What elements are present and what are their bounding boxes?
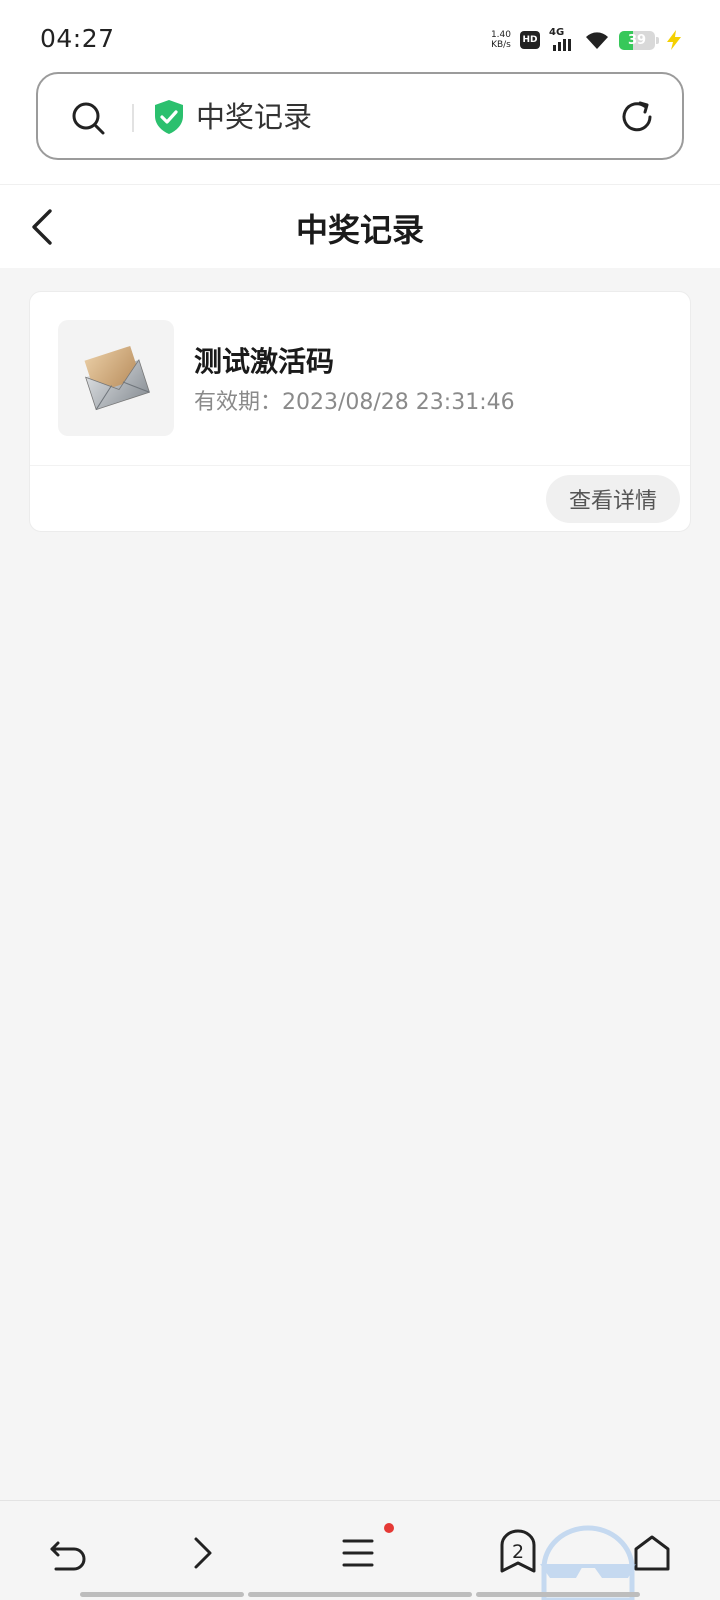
- network-speed-unit: KB/s: [491, 40, 511, 50]
- shield-check-icon: [155, 100, 183, 134]
- cellular-signal-icon: 4G: [549, 27, 575, 51]
- gesture-bar-left: [80, 1592, 244, 1597]
- view-details-button[interactable]: 查看详情: [546, 475, 680, 523]
- menu-notification-dot: [384, 1523, 394, 1533]
- wifi-icon: [586, 32, 608, 49]
- status-time: 04:27: [40, 24, 115, 53]
- refresh-icon[interactable]: [618, 98, 656, 136]
- undo-icon[interactable]: [44, 1529, 92, 1577]
- battery-icon: 39: [619, 30, 659, 50]
- status-icons: 1.40 KB/s HD 4G 39: [491, 26, 684, 54]
- chevron-right-icon[interactable]: [178, 1529, 226, 1577]
- page-title: 中奖记录: [295, 211, 424, 249]
- prize-thumbnail: [58, 320, 174, 436]
- address-divider: [132, 104, 134, 132]
- charging-icon: [667, 30, 681, 50]
- prize-record-card: 测试激活码 有效期：2023/08/28 23:31:46 查看详情: [29, 291, 691, 532]
- network-speed-value: 1.40: [490, 30, 511, 40]
- battery-level: 39: [627, 32, 647, 48]
- page-header: 中奖记录: [0, 184, 720, 268]
- menu-icon[interactable]: [334, 1529, 382, 1577]
- prize-name: 测试激活码: [194, 345, 335, 378]
- card-divider: [30, 465, 690, 466]
- prize-expiry: 有效期：2023/08/28 23:31:46: [194, 390, 515, 415]
- envelope-icon: [84, 345, 150, 411]
- tab-count: 2: [511, 1541, 525, 1563]
- tabs-button[interactable]: 2: [494, 1529, 542, 1577]
- gesture-bar-right: [476, 1592, 640, 1597]
- status-bar: 04:27 1.40 KB/s HD 4G 39: [0, 0, 720, 72]
- gesture-bar-center: [248, 1592, 472, 1597]
- search-icon[interactable]: [70, 100, 106, 136]
- network-speed: 1.40 KB/s: [491, 30, 511, 50]
- browser-chrome: 04:27 1.40 KB/s HD 4G 39 中奖记录: [0, 0, 720, 184]
- network-type-label: 4G: [549, 27, 565, 38]
- address-bar[interactable]: 中奖记录: [36, 72, 684, 160]
- assistant-mascot-icon[interactable]: [536, 1524, 640, 1600]
- hd-icon: HD: [520, 31, 540, 49]
- address-text[interactable]: 中奖记录: [196, 96, 312, 138]
